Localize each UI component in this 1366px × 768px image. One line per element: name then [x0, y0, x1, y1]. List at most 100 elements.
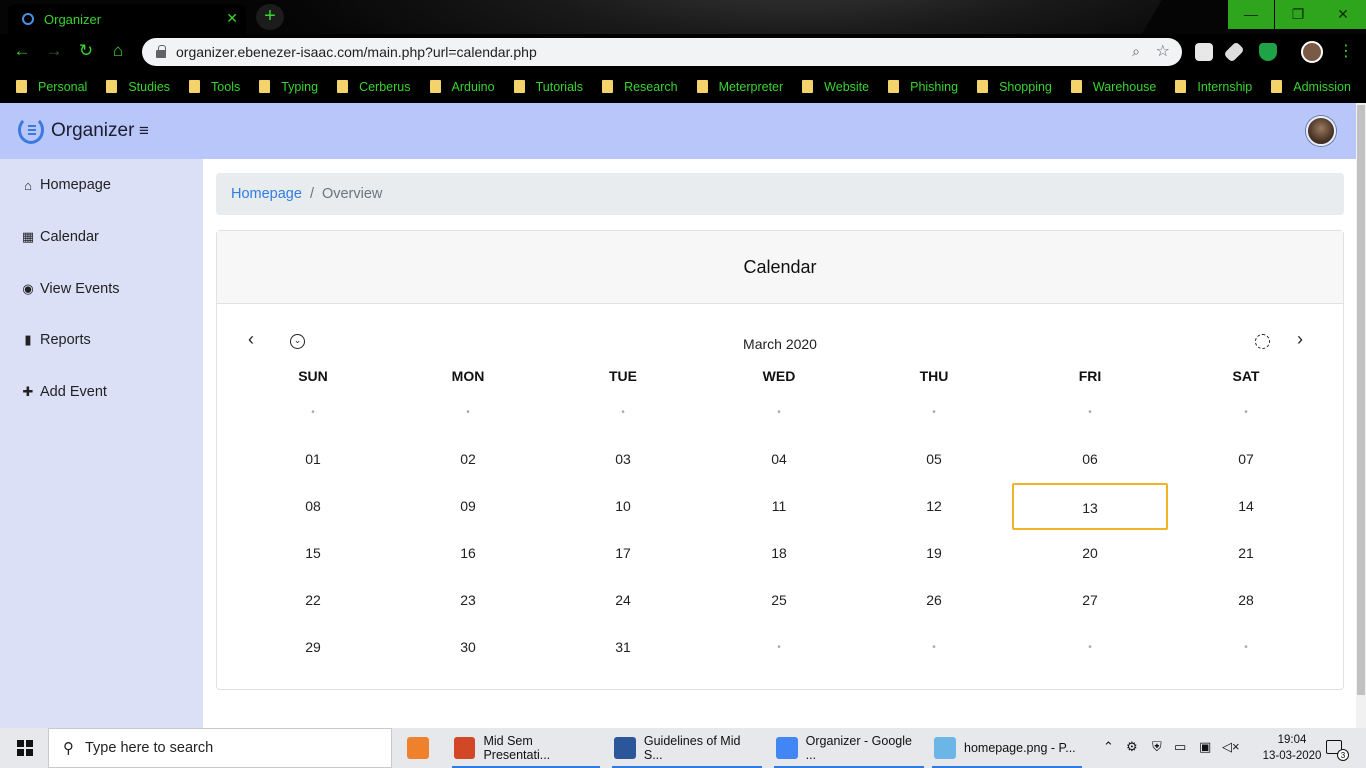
day-cell[interactable]: 23 — [390, 577, 546, 624]
day-cell[interactable]: 05 — [856, 436, 1012, 483]
tray-chevron-icon[interactable]: ⌃ — [1103, 739, 1114, 755]
menu-toggle-icon[interactable]: ≡ — [139, 121, 149, 141]
bookmark-tutorials[interactable]: Tutorials — [513, 80, 583, 94]
day-cell[interactable]: 28 — [1168, 577, 1324, 624]
tray-volume-icon[interactable]: ◁× — [1222, 739, 1240, 755]
day-cell[interactable]: 03 — [545, 436, 701, 483]
zoom-icon[interactable]: ⌕ — [1132, 43, 1140, 60]
day-cell[interactable]: 22 — [235, 577, 391, 624]
browser-profile-avatar[interactable] — [1301, 41, 1323, 63]
bookmark-arduino[interactable]: Arduino — [429, 80, 495, 94]
forward-button[interactable]: → — [42, 41, 66, 61]
day-cell[interactable]: 17 — [545, 530, 701, 577]
scrollbar-thumb[interactable] — [1357, 105, 1365, 695]
close-tab-icon[interactable]: ✕ — [226, 10, 238, 27]
bookmark-warehouse[interactable]: Warehouse — [1070, 80, 1156, 94]
day-cell[interactable]: 30 — [390, 624, 546, 671]
reset-today-icon[interactable] — [1255, 334, 1270, 349]
breadcrumb-homepage-link[interactable]: Homepage — [231, 186, 302, 202]
taskbar-app-chrome[interactable]: Organizer - Google ... — [774, 728, 924, 768]
taskbar-app-word[interactable]: Guidelines of Mid S... — [612, 728, 762, 768]
day-cell[interactable]: 31 — [545, 624, 701, 671]
organizer-logo-icon[interactable] — [18, 116, 44, 144]
tray-display-icon[interactable]: ▣ — [1199, 739, 1211, 755]
bookmark-studies[interactable]: Studies — [106, 80, 170, 94]
day-cell[interactable]: 08 — [235, 483, 391, 530]
day-cell[interactable]: 16 — [390, 530, 546, 577]
reload-button[interactable]: ↻ — [74, 41, 98, 61]
day-cell[interactable]: 09 — [390, 483, 546, 530]
day-cell[interactable]: 21 — [1168, 530, 1324, 577]
empty-day-cell[interactable]: • — [701, 389, 857, 436]
day-cell[interactable]: 18 — [701, 530, 857, 577]
day-cell[interactable]: 29 — [235, 624, 391, 671]
bookmark-phishing[interactable]: Phishing — [888, 80, 958, 94]
empty-day-cell[interactable]: • — [1012, 624, 1168, 671]
day-cell-today[interactable]: 13 — [1012, 483, 1168, 530]
bookmark-personal[interactable]: Personal — [16, 80, 87, 94]
empty-day-cell[interactable]: • — [1012, 389, 1168, 436]
maximize-window-button[interactable]: ❐ — [1275, 0, 1321, 29]
day-cell[interactable]: 20 — [1012, 530, 1168, 577]
empty-day-cell[interactable]: • — [390, 389, 546, 436]
sidebar-item-reports[interactable]: ▮ Reports — [19, 332, 90, 348]
windows-start-icon[interactable] — [17, 740, 33, 756]
day-cell[interactable]: 10 — [545, 483, 701, 530]
new-tab-button[interactable]: + — [256, 4, 284, 30]
day-cell[interactable]: 24 — [545, 577, 701, 624]
day-cell[interactable]: 15 — [235, 530, 391, 577]
home-button[interactable]: ⌂ — [106, 41, 130, 61]
day-cell[interactable]: 25 — [701, 577, 857, 624]
user-avatar[interactable] — [1306, 116, 1336, 146]
next-month-button[interactable]: › — [1297, 329, 1303, 350]
day-cell[interactable]: 26 — [856, 577, 1012, 624]
bookmark-website[interactable]: Website — [802, 80, 869, 94]
day-cell[interactable]: 02 — [390, 436, 546, 483]
tray-shield-icon[interactable]: ⛨ — [1152, 739, 1162, 755]
bookmark-admission[interactable]: Admission — [1271, 80, 1351, 94]
tray-network-icon[interactable]: ⚙ — [1126, 739, 1138, 755]
empty-day-cell[interactable]: • — [856, 389, 1012, 436]
browser-menu-icon[interactable]: ⋮ — [1338, 41, 1354, 60]
empty-day-cell[interactable]: • — [701, 624, 857, 671]
xampp-icon[interactable] — [407, 728, 437, 768]
day-cell[interactable]: 19 — [856, 530, 1012, 577]
empty-day-cell[interactable]: • — [856, 624, 1012, 671]
day-cell[interactable]: 07 — [1168, 436, 1324, 483]
minimize-window-button[interactable]: — — [1228, 0, 1274, 29]
brand-name[interactable]: Organizer — [51, 120, 134, 142]
extension-shield-icon[interactable] — [1259, 43, 1277, 61]
bookmark-typing[interactable]: Typing — [259, 80, 318, 94]
sidebar-item-add-event[interactable]: ✚ Add Event — [19, 384, 107, 400]
taskbar-clock[interactable]: 19:04 13-03-2020 — [1262, 732, 1322, 764]
sidebar-item-homepage[interactable]: ⌂ Homepage — [19, 177, 111, 193]
bookmark-meterpreter[interactable]: Meterpreter — [696, 80, 783, 94]
day-cell[interactable]: 01 — [235, 436, 391, 483]
extension-cube-icon[interactable] — [1195, 43, 1213, 61]
bookmark-internship[interactable]: Internship — [1175, 80, 1252, 94]
taskbar-app-powerpoint[interactable]: Mid Sem Presentati... — [452, 728, 600, 768]
browser-tab[interactable]: Organizer ✕ — [8, 4, 246, 34]
sidebar-item-view-events[interactable]: ◉ View Events — [19, 281, 119, 297]
address-bar[interactable]: organizer.ebenezer-isaac.com/main.php?ur… — [142, 38, 1182, 66]
action-center-icon[interactable]: 3 — [1326, 740, 1349, 761]
taskbar-search-box[interactable]: ⚲ Type here to search — [48, 728, 392, 768]
day-cell[interactable]: 12 — [856, 483, 1012, 530]
close-window-button[interactable]: ✕ — [1320, 0, 1366, 29]
empty-day-cell[interactable]: • — [545, 389, 701, 436]
day-cell[interactable]: 11 — [701, 483, 857, 530]
tray-battery-icon[interactable]: ▭ — [1174, 739, 1186, 755]
day-cell[interactable]: 27 — [1012, 577, 1168, 624]
empty-day-cell[interactable]: • — [1168, 624, 1324, 671]
bookmark-shopping[interactable]: Shopping — [977, 80, 1052, 94]
empty-day-cell[interactable]: • — [1168, 389, 1324, 436]
day-cell[interactable]: 04 — [701, 436, 857, 483]
back-button[interactable]: ← — [10, 41, 34, 61]
sidebar-item-calendar[interactable]: ▦ Calendar — [19, 229, 99, 245]
empty-day-cell[interactable]: • — [235, 389, 391, 436]
bookmark-tools[interactable]: Tools — [189, 80, 240, 94]
bookmark-star-icon[interactable]: ☆ — [1156, 41, 1170, 61]
taskbar-app-paint[interactable]: homepage.png - P... — [932, 728, 1082, 768]
day-cell[interactable]: 06 — [1012, 436, 1168, 483]
page-scrollbar[interactable] — [1356, 103, 1366, 728]
